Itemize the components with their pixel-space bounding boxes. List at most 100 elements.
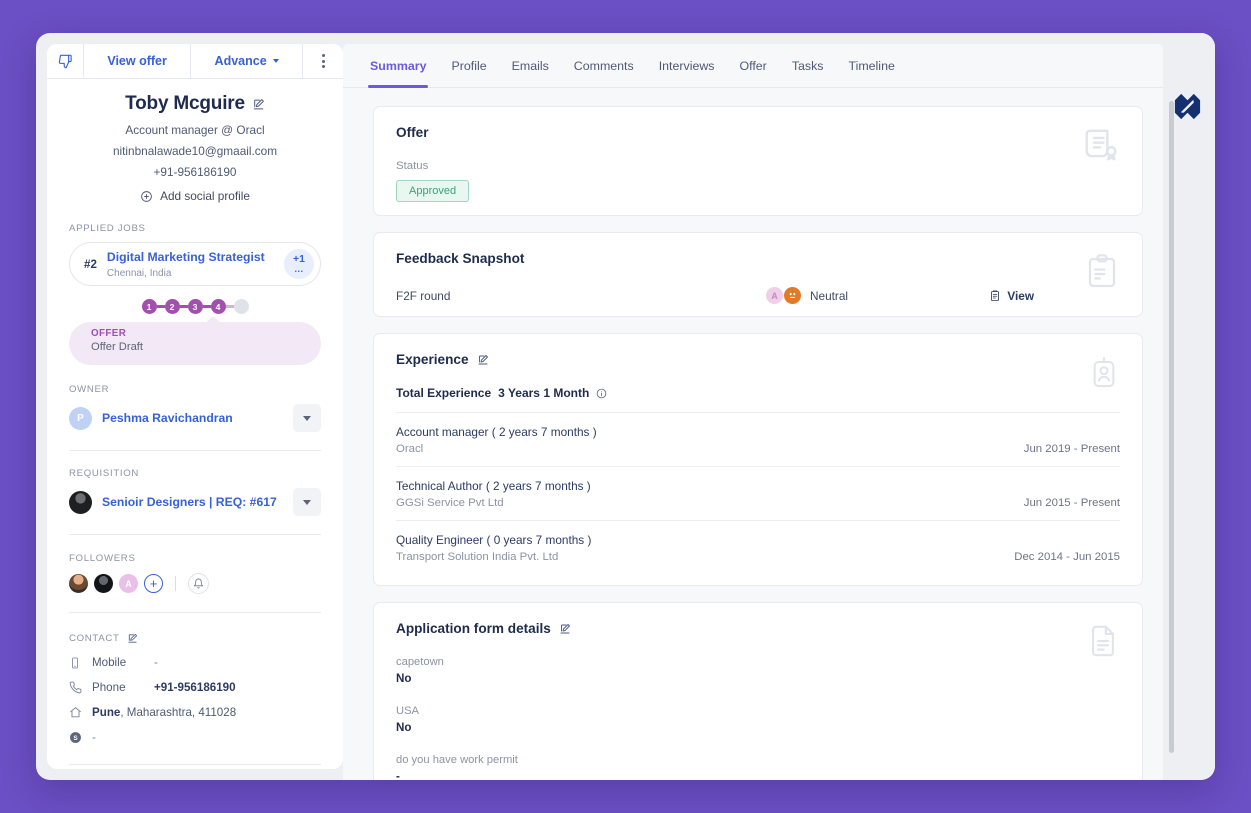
contact-row-address: Pune, Maharashtra, 411028 [69, 706, 321, 719]
application-form-card-title: Application form details [396, 621, 1120, 636]
requisition-dropdown-button[interactable] [293, 488, 321, 516]
vertical-scrollbar[interactable] [1169, 101, 1174, 753]
stage-link [179, 305, 188, 308]
chevron-down-icon [272, 59, 279, 63]
owner-label: OWNER [69, 384, 110, 395]
advance-button[interactable]: Advance [191, 44, 303, 78]
bell-icon[interactable] [188, 573, 209, 594]
experience-dates: Jun 2019 - Present [1023, 443, 1120, 455]
total-experience-row: Total Experience 3 Years 1 Month [396, 386, 1120, 400]
sidebar-toolbar: View offer Advance [47, 44, 343, 79]
main-panel: Summary Profile Emails Comments Intervie… [343, 33, 1215, 780]
stage-step-1[interactable]: 1 [141, 299, 157, 314]
thumbs-down-icon[interactable] [47, 44, 84, 78]
id-badge-icon [1088, 352, 1120, 397]
tab-interviews[interactable]: Interviews [659, 44, 715, 88]
view-offer-label: View offer [107, 54, 167, 68]
experience-company: Oracl [396, 443, 424, 455]
view-offer-button[interactable]: View offer [84, 44, 192, 78]
stage-step-2[interactable]: 2 [164, 299, 180, 314]
tab-emails[interactable]: Emails [512, 44, 549, 88]
contact-value: - [154, 656, 158, 669]
experience-item-left: Account manager ( 2 years 7 months ) Ora… [396, 425, 1024, 455]
info-icon[interactable] [596, 388, 607, 399]
edit-icon[interactable] [559, 623, 571, 635]
tab-summary[interactable]: Summary [367, 44, 429, 88]
advance-label: Advance [214, 54, 267, 68]
avatar[interactable] [94, 574, 113, 593]
stage-progress: 1 2 3 4 [69, 299, 321, 314]
feedback-round: F2F round [396, 288, 451, 303]
offer-status-label: Status [396, 160, 429, 172]
add-social-profile-button[interactable]: Add social profile [69, 189, 321, 203]
feedback-view-label: View [1007, 288, 1034, 303]
candidate-headline: Account manager @ Oracl [125, 123, 265, 137]
contact-city: Pune [92, 706, 121, 719]
stage-link [225, 305, 234, 308]
skype-icon: S [69, 731, 92, 744]
avatar[interactable]: A [119, 574, 138, 593]
edit-icon[interactable] [127, 633, 138, 644]
avatar [69, 490, 92, 514]
application-answer: No [396, 721, 412, 734]
owner-row[interactable]: P Peshma Ravichandran [69, 404, 321, 432]
more-jobs-ellipsis: ... [294, 263, 304, 274]
stage-step-empty[interactable] [233, 299, 249, 314]
experience-item-left: Quality Engineer ( 0 years 7 months ) Tr… [396, 533, 1014, 563]
experience-card: Experience Total Experience 3 Years 1 Mo… [373, 333, 1143, 586]
chevron-down-icon [303, 415, 311, 421]
avatar: A [766, 287, 783, 304]
experience-item: Quality Engineer ( 0 years 7 months ) Tr… [396, 520, 1120, 565]
offer-card: Offer Status Approved [373, 106, 1143, 216]
svg-text:S: S [73, 735, 78, 742]
document-icon [1086, 621, 1120, 666]
experience-title-text: Experience [396, 352, 469, 367]
kebab-menu-icon[interactable] [303, 44, 343, 78]
edit-icon[interactable] [252, 98, 265, 111]
avatar: P [69, 406, 92, 430]
stage-step-4[interactable]: 4 [210, 299, 226, 314]
current-stage-value: Offer Draft [91, 341, 144, 353]
application-field: capetown No [396, 656, 1120, 685]
job-title: Digital Marketing Strategist [106, 250, 265, 265]
app-window: View offer Advance Toby Mcguire Account … [36, 33, 1215, 780]
avatar[interactable] [69, 574, 88, 593]
feedback-card-title: Feedback Snapshot [396, 251, 525, 266]
add-social-profile-label: Add social profile [160, 189, 250, 203]
owner-dropdown-button[interactable] [293, 404, 321, 432]
candidate-email[interactable]: nitinbnalawade10@gmaail.com [69, 144, 321, 158]
more-jobs-badge[interactable]: +1 ... [284, 249, 314, 279]
application-form-title-text: Application form details [396, 621, 551, 636]
applied-job-card[interactable]: #2 Digital Marketing Strategist Chennai,… [69, 242, 321, 286]
tab-profile[interactable]: Profile [451, 44, 486, 88]
tab-comments[interactable]: Comments [574, 44, 634, 88]
candidate-phone: +91-956186190 [153, 165, 237, 179]
experience-role: Quality Engineer ( 0 years 7 months ) [396, 533, 592, 547]
application-form-card: Application form details capetown No USA [373, 602, 1143, 780]
candidate-name-row: Toby Mcguire [69, 93, 321, 115]
requisition-row[interactable]: Senioir Designers | REQ: #617 [69, 488, 321, 516]
followers-list: A + [69, 573, 321, 594]
summary-scroll-area[interactable]: Offer Status Approved Feedback Snapshot [343, 88, 1163, 780]
application-field: USA No [396, 705, 1120, 734]
tab-offer[interactable]: Offer [739, 44, 766, 88]
contact-value: +91-956186190 [154, 681, 236, 694]
plus-circle-icon[interactable]: + [144, 574, 163, 593]
app-logo-icon[interactable] [1172, 91, 1203, 122]
certificate-icon [1082, 125, 1120, 170]
stage-link [202, 305, 211, 308]
clipboard-icon [989, 289, 1001, 302]
owner-name: Peshma Ravichandran [102, 411, 233, 425]
stage-step-3[interactable]: 3 [187, 299, 203, 314]
sidebar-body: Toby Mcguire Account manager @ Oracl nit… [47, 79, 343, 769]
edit-icon[interactable] [477, 354, 489, 366]
candidate-sidebar: View offer Advance Toby Mcguire Account … [47, 44, 343, 769]
application-answer: - [396, 770, 400, 780]
feedback-view-button[interactable]: View [989, 289, 1034, 303]
tab-tasks[interactable]: Tasks [792, 44, 824, 88]
applied-jobs-label: APPLIED JOBS [69, 223, 146, 234]
requisition-label: REQUISITION [69, 468, 140, 479]
neutral-face-icon [784, 287, 801, 304]
tab-timeline[interactable]: Timeline [848, 44, 894, 88]
contact-value: Pune, Maharashtra, 411028 [92, 706, 236, 719]
